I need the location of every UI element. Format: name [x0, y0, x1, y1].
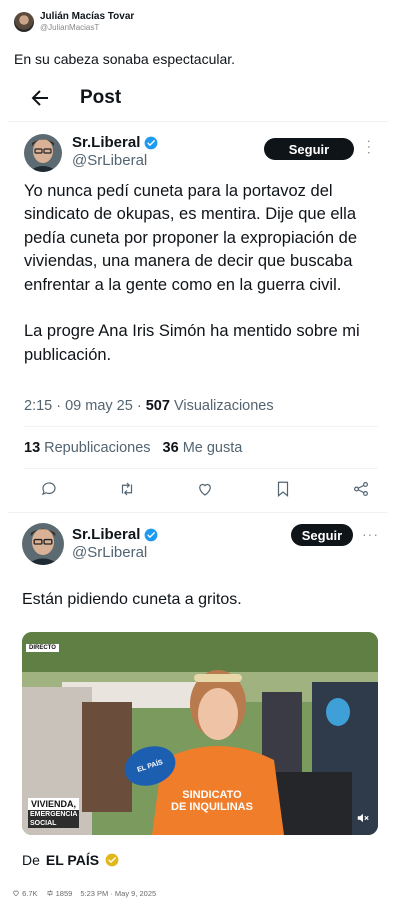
caption-line3: SOCIAL: [28, 819, 80, 828]
gold-verified-icon: [105, 853, 119, 867]
tweet1-action-bar: [40, 480, 370, 498]
tweet2-avatar[interactable]: [22, 523, 64, 565]
video-caption: VIVIENDA, EMERGENCIA SOCIAL: [28, 798, 80, 828]
verified-badge-icon: [144, 528, 158, 541]
tweet1-author-handle[interactable]: @SrLiberal: [72, 152, 147, 169]
outer-tweet-header: Julián Macías Tovar @JulianMaciasT: [14, 11, 134, 33]
tweet1-views-count: 507: [145, 398, 170, 414]
caption-line2: EMERGENCIA: [28, 810, 80, 819]
post-topbar: Post: [8, 76, 388, 122]
source-name[interactable]: EL PAÍS: [46, 852, 99, 868]
bookmark-icon[interactable]: [274, 480, 292, 498]
reposts-label: Republicaciones: [44, 440, 151, 456]
mute-icon[interactable]: [356, 811, 370, 825]
reposts-count: 13: [24, 440, 41, 456]
shirt-text: SINDICATO DE INQUILINAS: [162, 789, 262, 813]
outer-likes-count: 6.7K: [22, 889, 38, 898]
verified-badge-icon: [144, 136, 158, 149]
caption-line1: VIVIENDA,: [31, 799, 77, 809]
divider: [24, 426, 378, 427]
reply-icon[interactable]: [40, 480, 58, 498]
tweet1-follow-button[interactable]: Seguir: [264, 138, 354, 160]
tweet2-author-handle[interactable]: @SrLiberal: [72, 544, 147, 561]
shirt-line1: SINDICATO: [182, 789, 242, 801]
outer-retweets[interactable]: 1859: [46, 889, 73, 898]
likes-label: Me gusta: [182, 440, 243, 456]
outer-likes[interactable]: 6.7K: [12, 889, 38, 898]
tweet1-views-label: Visualizaciones: [173, 398, 274, 414]
tweet1-name-text[interactable]: Sr.Liberal: [72, 134, 140, 151]
outer-author-handle[interactable]: @JulianMaciasT: [40, 22, 134, 33]
tweet1-avatar[interactable]: [24, 134, 62, 172]
tweet1-time[interactable]: 2:15 · 09 may 25 ·: [24, 398, 146, 414]
heart-icon: [13, 890, 19, 897]
reposts-stat[interactable]: 13 Republicaciones: [24, 440, 151, 456]
page-title: Post: [80, 87, 122, 108]
outer-avatar[interactable]: [14, 12, 34, 32]
tweet2-author-name[interactable]: Sr.Liberal: [72, 526, 158, 543]
retweet-icon: [47, 890, 52, 896]
video-source: De EL PAÍS: [22, 852, 119, 868]
outer-retweets-count: 1859: [55, 889, 73, 898]
shirt-line2: DE INQUILINAS: [171, 801, 253, 813]
source-prefix: De: [22, 852, 40, 868]
likes-count: 36: [162, 440, 179, 456]
outer-timestamp[interactable]: 5:23 PM · May 9, 2025: [80, 889, 156, 898]
repost-icon[interactable]: [118, 480, 136, 498]
tweet1-text: Yo nunca pedí cuneta para la portavoz de…: [24, 182, 360, 364]
tweet1-meta: 2:15 · 09 may 25 · 507 Visualizaciones: [24, 398, 274, 414]
tweet2-follow-button[interactable]: Seguir: [291, 524, 353, 546]
tweet1-more-icon[interactable]: ···: [362, 139, 378, 156]
outer-tweet-text: En su cabeza sonaba espectacular.: [14, 51, 236, 67]
like-heart-icon[interactable]: [196, 480, 214, 498]
share-icon[interactable]: [352, 480, 370, 498]
tweet2-video[interactable]: DIRECTO EL PAÍS VIVIENDA, EMERGENCIA SOC…: [22, 632, 378, 835]
live-badge: DIRECTO: [26, 644, 59, 652]
outer-footer: 6.7K 1859 5:23 PM · May 9, 2025: [12, 889, 156, 898]
embedded-post-screenshot: Post Sr.Liberal @SrLiberal Seguir ··· Yo…: [8, 76, 388, 876]
back-arrow-icon[interactable]: [28, 86, 52, 110]
tweet2-more-icon[interactable]: ···: [362, 526, 379, 542]
tweet2-text: Están pidiendo cuneta a gritos.: [22, 591, 242, 608]
divider: [24, 468, 378, 469]
divider: [8, 512, 388, 513]
likes-stat[interactable]: 36 Me gusta: [163, 440, 243, 456]
tweet1-author-name[interactable]: Sr.Liberal: [72, 134, 158, 151]
tweet1-stats: 13 Republicaciones 36 Me gusta: [24, 440, 242, 456]
tweet2-name-text[interactable]: Sr.Liberal: [72, 526, 140, 543]
outer-author-name[interactable]: Julián Macías Tovar: [40, 11, 134, 22]
